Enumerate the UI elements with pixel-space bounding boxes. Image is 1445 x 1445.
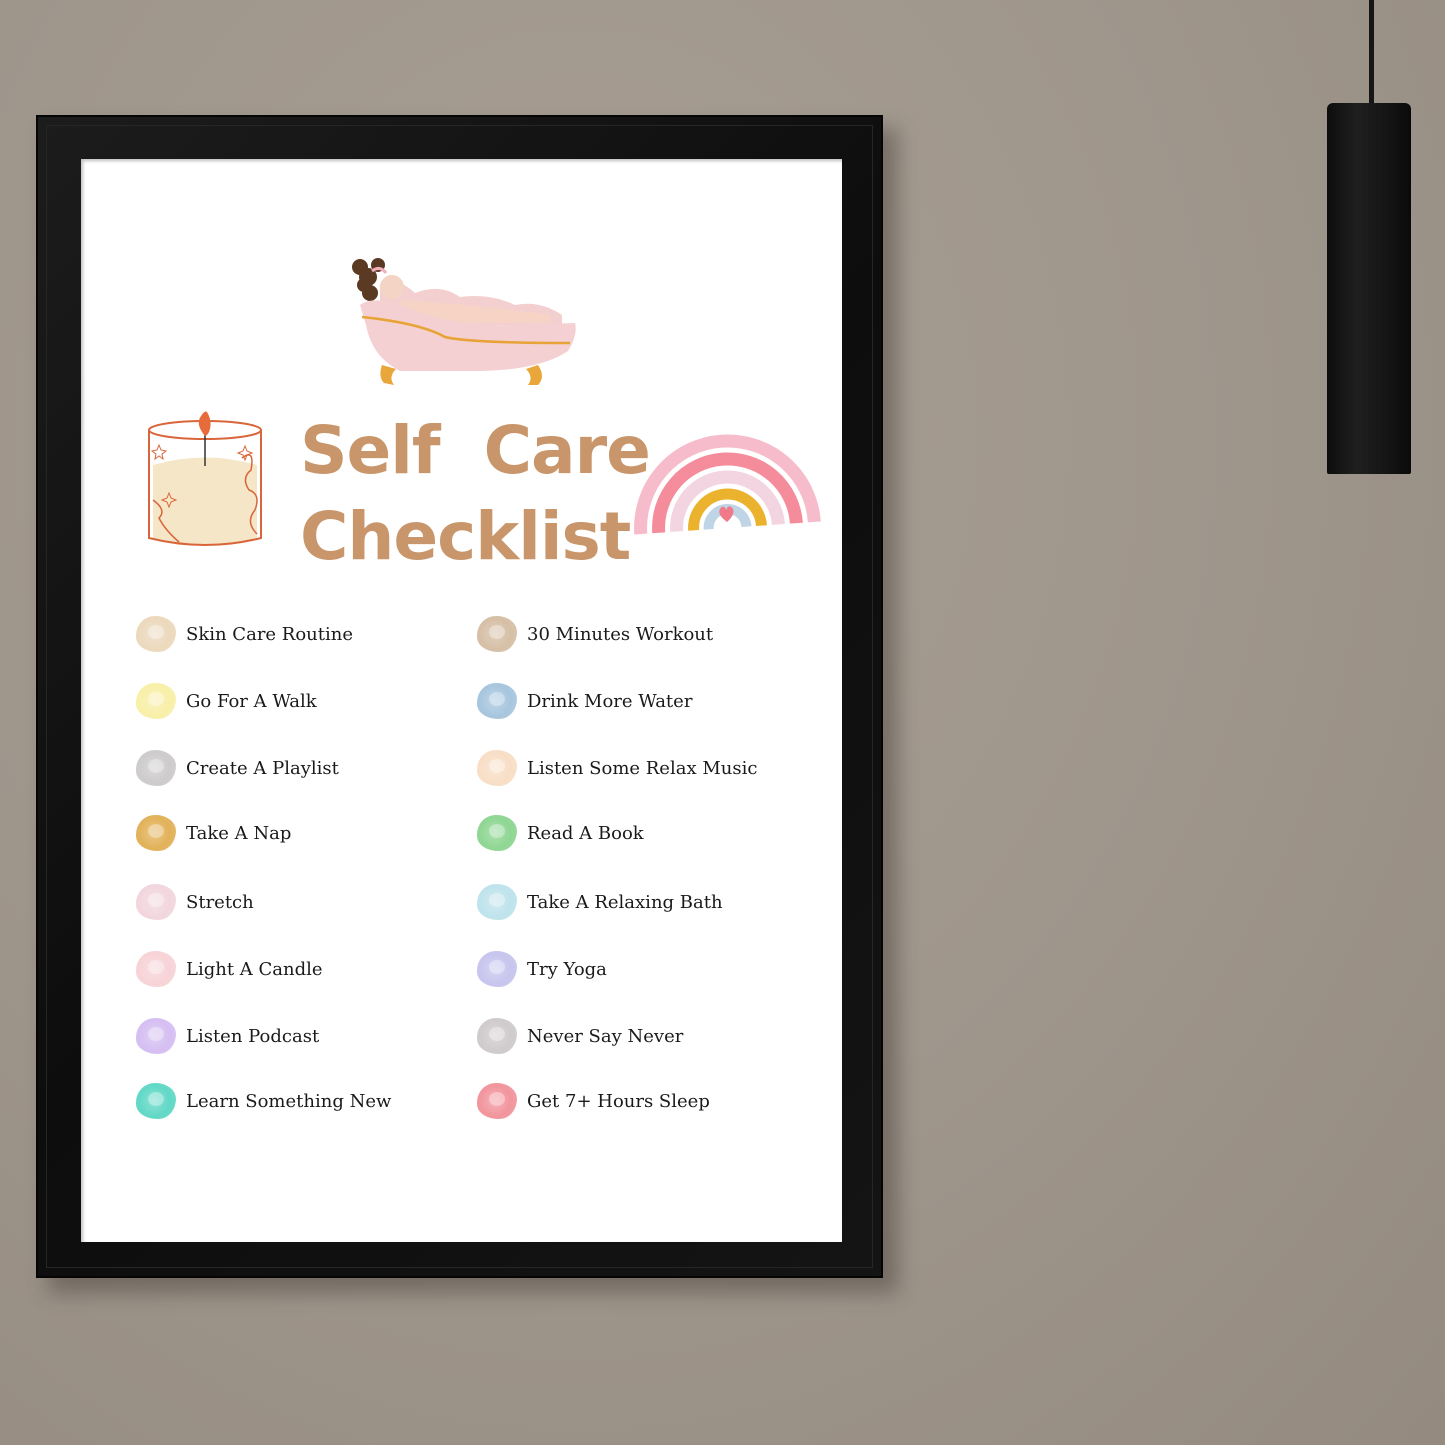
checklist-item[interactable]: Try Yoga [477,949,607,989]
bathtub-illustration [352,258,576,385]
checklist-item-label: Take A Nap [186,822,292,844]
poster-title: Self Care Checklist [300,408,651,580]
checklist-item-label: Skin Care Routine [186,623,354,645]
checklist-item[interactable]: Learn Something New [136,1081,391,1121]
checklist-item[interactable]: 30 Minutes Workout [477,614,713,654]
watercolor-checkbox-icon[interactable] [136,1083,176,1119]
watercolor-checkbox-icon[interactable] [136,951,176,987]
watercolor-checkbox-icon[interactable] [136,815,176,851]
checklist-item[interactable]: Skin Care Routine [136,614,353,654]
checklist-item-label: Try Yoga [527,958,607,980]
title-line-2: Checklist [300,498,631,575]
checklist-item[interactable]: Take A Nap [136,813,291,853]
checklist-item[interactable]: Take A Relaxing Bath [477,882,723,922]
watercolor-checkbox-icon[interactable] [136,884,176,920]
checklist-item[interactable]: Listen Podcast [136,1016,319,1056]
checklist-item-label: Learn Something New [186,1090,392,1112]
checklist-item[interactable]: Get 7+ Hours Sleep [477,1081,710,1121]
checklist-item[interactable]: Create A Playlist [136,748,339,788]
watercolor-checkbox-icon[interactable] [136,683,176,719]
checklist-item[interactable]: Drink More Water [477,681,692,721]
checklist-item[interactable]: Light A Candle [136,949,323,989]
pendant-lamp-cord [1369,0,1374,106]
candle-illustration [148,411,262,546]
checklist-item-label: 30 Minutes Workout [527,623,714,645]
watercolor-checkbox-icon[interactable] [477,951,517,987]
title-line-1: Self Care [300,412,651,489]
checklist-item-label: Listen Podcast [186,1025,320,1047]
checklist-item[interactable]: Stretch [136,882,254,922]
checklist-item[interactable]: Listen Some Relax Music [477,748,757,788]
watercolor-checkbox-icon[interactable] [477,1018,517,1054]
checklist-item-label: Listen Some Relax Music [527,757,758,779]
checklist-item-label: Drink More Water [527,690,693,712]
watercolor-checkbox-icon[interactable] [136,750,176,786]
checklist-item-label: Go For A Walk [186,690,317,712]
pendant-lamp [1327,103,1411,474]
checklist-item-label: Read A Book [527,822,644,844]
checklist-item-label: Stretch [186,891,254,913]
rainbow-illustration [634,434,821,535]
checklist-item-label: Create A Playlist [186,757,339,779]
watercolor-checkbox-icon[interactable] [477,884,517,920]
checklist-item[interactable]: Read A Book [477,813,644,853]
checklist-item[interactable]: Never Say Never [477,1016,683,1056]
checklist-item-label: Take A Relaxing Bath [527,891,723,913]
checklist-item-label: Light A Candle [186,958,323,980]
watercolor-checkbox-icon[interactable] [477,683,517,719]
watercolor-checkbox-icon[interactable] [136,1018,176,1054]
watercolor-checkbox-icon[interactable] [477,750,517,786]
checklist-item-label: Never Say Never [527,1025,684,1047]
watercolor-checkbox-icon[interactable] [477,815,517,851]
watercolor-checkbox-icon[interactable] [136,616,176,652]
checklist-item[interactable]: Go For A Walk [136,681,317,721]
watercolor-checkbox-icon[interactable] [477,1083,517,1119]
checklist-item-label: Get 7+ Hours Sleep [527,1090,710,1112]
watercolor-checkbox-icon[interactable] [477,616,517,652]
